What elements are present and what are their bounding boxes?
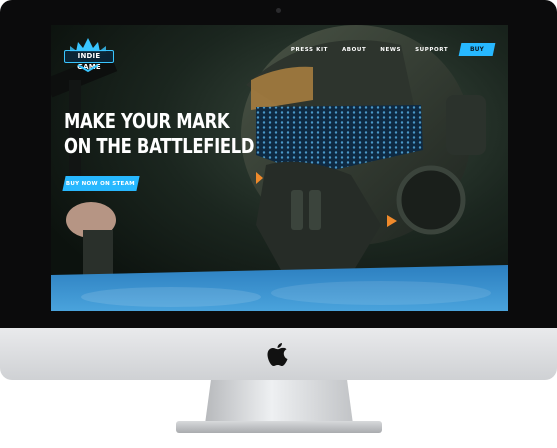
apple-icon xyxy=(267,343,288,366)
monitor-stand-base xyxy=(176,421,382,433)
nav-news[interactable]: NEWS xyxy=(380,47,401,53)
logo-underline xyxy=(77,64,99,73)
buy-button-label: BUY xyxy=(470,46,484,53)
main-nav: PRESS KIT ABOUT NEWS SUPPORT BUY xyxy=(277,43,496,56)
logo-text: INDIE GAME xyxy=(64,50,114,71)
buy-button[interactable]: BUY xyxy=(458,43,496,56)
nav-support[interactable]: SUPPORT xyxy=(415,47,448,53)
nav-press-kit[interactable]: PRESS KIT xyxy=(291,47,328,53)
site-logo[interactable]: INDIE GAME xyxy=(60,36,116,74)
monitor-stand xyxy=(205,380,353,424)
hero-headline: MAKE YOUR MARK ON THE BATTLEFIELD xyxy=(64,109,255,159)
camera-icon xyxy=(276,8,281,13)
nav-about[interactable]: ABOUT xyxy=(342,47,366,53)
website-screen: INDIE GAME PRESS KIT ABOUT NEWS SUPPORT … xyxy=(51,25,508,311)
buy-on-steam-button[interactable]: BUY NOW ON STEAM xyxy=(62,176,140,191)
hero-bottom-band xyxy=(51,265,508,311)
buy-on-steam-label: BUY NOW ON STEAM xyxy=(66,180,136,187)
headline-line-2: ON THE BATTLEFIELD xyxy=(64,134,255,158)
headline-line-1: MAKE YOUR MARK xyxy=(64,109,230,133)
